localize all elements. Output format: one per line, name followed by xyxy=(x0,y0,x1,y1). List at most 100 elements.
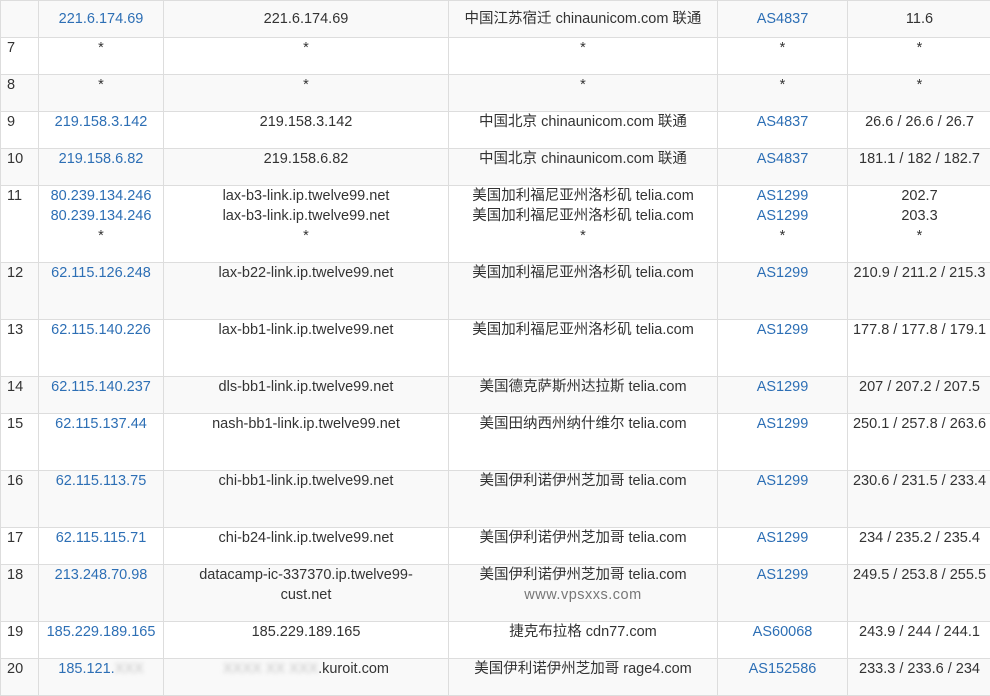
location-line: 美国伊利诺伊州芝加哥 telia.com xyxy=(453,471,713,491)
table-row: 1180.239.134.24680.239.134.246*lax-b3-li… xyxy=(1,186,990,263)
table-row: 1362.115.140.226lax-bb1-link.ip.twelve99… xyxy=(1,320,990,377)
table-row: 221.6.174.69221.6.174.69中国江苏宿迁 chinaunic… xyxy=(1,1,990,38)
location-cell: * xyxy=(449,75,718,112)
latency-cell: 234 / 235.2 / 235.4 xyxy=(848,528,990,565)
asn-cell: AS1299 xyxy=(718,471,848,528)
latency-line: 207 / 207.2 / 207.5 xyxy=(852,377,987,397)
location-line: 美国加利福尼亚州洛杉矶 telia.com xyxy=(453,320,713,340)
latency-cell: 202.7203.3* xyxy=(848,186,990,263)
hop-number: 10 xyxy=(1,149,39,186)
table-row: 1662.115.113.75chi-bb1-link.ip.twelve99.… xyxy=(1,471,990,528)
ip-cell: 80.239.134.24680.239.134.246* xyxy=(39,186,164,263)
asn-link-line[interactable]: AS1299 xyxy=(722,528,843,548)
asn-link-line[interactable]: AS1299 xyxy=(722,186,843,206)
asn-link-line[interactable]: AS4837 xyxy=(722,149,843,169)
ip-link-line[interactable]: 80.239.134.246 xyxy=(43,186,159,206)
ip-link-line[interactable]: 219.158.3.142 xyxy=(43,112,159,132)
ip-cell: 219.158.3.142 xyxy=(39,112,164,149)
hostname-cell: chi-bb1-link.ip.twelve99.net xyxy=(164,471,449,528)
ip-link-line[interactable]: 62.115.126.248 xyxy=(43,263,159,283)
asn-cell: AS1299 xyxy=(718,414,848,471)
hostname-line: * xyxy=(168,38,444,58)
location-cell: 美国加利福尼亚州洛杉矶 telia.com xyxy=(449,320,718,377)
ip-link-line[interactable]: 62.115.137.44 xyxy=(43,414,159,434)
table-row: 19185.229.189.165185.229.189.165捷克布拉格 cd… xyxy=(1,622,990,659)
table-row: 18213.248.70.98datacamp-ic-337370.ip.twe… xyxy=(1,565,990,622)
asn-link-line[interactable]: AS1299 xyxy=(722,471,843,491)
table-row: 7***** xyxy=(1,38,990,75)
latency-line: 234 / 235.2 / 235.4 xyxy=(852,528,987,548)
ip-cell: 219.158.6.82 xyxy=(39,149,164,186)
location-line: 中国北京 chinaunicom.com 联通 xyxy=(453,112,713,132)
location-line: 美国田纳西州纳什维尔 telia.com xyxy=(453,414,713,434)
hop-number: 19 xyxy=(1,622,39,659)
asn-cell: * xyxy=(718,38,848,75)
location-cell: 美国加利福尼亚州洛杉矶 telia.com美国加利福尼亚州洛杉矶 telia.c… xyxy=(449,186,718,263)
location-line: 美国伊利诺伊州芝加哥 telia.com xyxy=(453,528,713,548)
ip-cell: * xyxy=(39,75,164,112)
asn-link-line[interactable]: AS1299 xyxy=(722,320,843,340)
hostname-line: 221.6.174.69 xyxy=(168,9,444,29)
hop-number: 18 xyxy=(1,565,39,622)
latency-cell: 243.9 / 244 / 244.1 xyxy=(848,622,990,659)
location-line: * xyxy=(453,75,713,95)
latency-line: * xyxy=(852,38,987,58)
ip-link-line[interactable]: 80.239.134.246 xyxy=(43,206,159,226)
latency-line: 26.6 / 26.6 / 26.7 xyxy=(852,112,987,132)
hostname-cell: lax-b22-link.ip.twelve99.net xyxy=(164,263,449,320)
hop-number: 14 xyxy=(1,377,39,414)
asn-link-line[interactable]: AS152586 xyxy=(722,659,843,679)
location-line: 美国德克萨斯州达拉斯 telia.com xyxy=(453,377,713,397)
ip-cell: 62.115.126.248 xyxy=(39,263,164,320)
hostname-cell: 221.6.174.69 xyxy=(164,1,449,38)
ip-cell: 62.115.137.44 xyxy=(39,414,164,471)
location-line: 中国北京 chinaunicom.com 联通 xyxy=(453,149,713,169)
ip-link-line[interactable]: 62.115.115.71 xyxy=(43,528,159,548)
hop-number: 7 xyxy=(1,38,39,75)
ip-link[interactable]: 185.121.XXX xyxy=(43,659,159,679)
watermark-text: www.vpsxxs.com xyxy=(453,585,713,605)
asn-cell: AS4837 xyxy=(718,149,848,186)
table-row: 9219.158.3.142219.158.3.142中国北京 chinauni… xyxy=(1,112,990,149)
ip-cell: 221.6.174.69 xyxy=(39,1,164,38)
hostname-cell: 219.158.6.82 xyxy=(164,149,449,186)
ip-link-line: * xyxy=(43,75,159,95)
asn-link-line[interactable]: AS1299 xyxy=(722,206,843,226)
location-line: 美国伊利诺伊州芝加哥 rage4.com xyxy=(453,659,713,679)
asn-link-line[interactable]: AS4837 xyxy=(722,9,843,29)
asn-link-line[interactable]: AS4837 xyxy=(722,112,843,132)
latency-line: 177.8 / 177.8 / 179.1 xyxy=(852,320,987,340)
ip-link-line[interactable]: 62.115.140.237 xyxy=(43,377,159,397)
hostname-line: 185.229.189.165 xyxy=(168,622,444,642)
ip-link-line[interactable]: 185.229.189.165 xyxy=(43,622,159,642)
ip-link-line[interactable]: 62.115.140.226 xyxy=(43,320,159,340)
asn-link-line[interactable]: AS1299 xyxy=(722,377,843,397)
asn-link-line: * xyxy=(722,75,843,95)
asn-link-line[interactable]: AS60068 xyxy=(722,622,843,642)
hostname-line: * xyxy=(168,226,444,246)
asn-cell: AS1299 xyxy=(718,320,848,377)
asn-link-line[interactable]: AS1299 xyxy=(722,565,843,585)
location-line: 美国伊利诺伊州芝加哥 telia.com xyxy=(453,565,713,585)
hostname-cell: datacamp-ic-337370.ip.twelve99-cust.net xyxy=(164,565,449,622)
location-cell: 美国伊利诺伊州芝加哥 telia.com xyxy=(449,471,718,528)
ip-link-line[interactable]: 213.248.70.98 xyxy=(43,565,159,585)
hostname-line: * xyxy=(168,75,444,95)
latency-cell: 250.1 / 257.8 / 263.6 xyxy=(848,414,990,471)
latency-line: 243.9 / 244 / 244.1 xyxy=(852,622,987,642)
location-cell: 美国德克萨斯州达拉斯 telia.com xyxy=(449,377,718,414)
ip-link-line[interactable]: 62.115.113.75 xyxy=(43,471,159,491)
ip-link-line[interactable]: 221.6.174.69 xyxy=(43,9,159,29)
hostname-cell: chi-b24-link.ip.twelve99.net xyxy=(164,528,449,565)
asn-link-line[interactable]: AS1299 xyxy=(722,263,843,283)
asn-cell: AS1299 xyxy=(718,565,848,622)
ip-link-line[interactable]: 219.158.6.82 xyxy=(43,149,159,169)
latency-line: 181.1 / 182 / 182.7 xyxy=(852,149,987,169)
asn-cell: AS1299AS1299* xyxy=(718,186,848,263)
ip-cell: 62.115.140.237 xyxy=(39,377,164,414)
latency-cell: * xyxy=(848,75,990,112)
location-cell: 美国伊利诺伊州芝加哥 telia.comwww.vpsxxs.com xyxy=(449,565,718,622)
latency-line: 230.6 / 231.5 / 233.4 xyxy=(852,471,987,491)
latency-line: 250.1 / 257.8 / 263.6 xyxy=(852,414,987,434)
asn-link-line[interactable]: AS1299 xyxy=(722,414,843,434)
